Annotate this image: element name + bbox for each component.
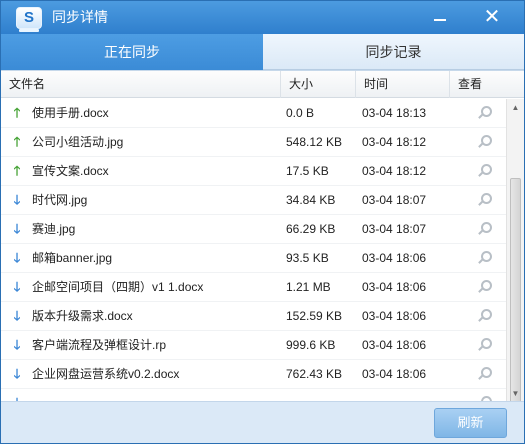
column-header-view: 查看 [458, 77, 483, 91]
vertical-scrollbar[interactable]: ▲ ▼ [506, 99, 524, 401]
magnifier-icon [477, 367, 492, 381]
magnifier-icon [477, 164, 492, 178]
table-row[interactable]: 🡓 赛迪.jpg 66.29 KB 03-04 18:07 [1, 215, 506, 244]
file-time: 03-04 18:06 [362, 338, 427, 352]
file-size: 17.5 KB [286, 164, 329, 178]
view-button[interactable] [477, 302, 495, 330]
sync-file-list: 文件名 大小 时间 查看 🡑 使用手册.docx 0.0 B 03-04 18:13 🡑… [1, 70, 524, 401]
table-body: 🡑 使用手册.docx 0.0 B 03-04 18:13 🡑 公司小组活动.jpg 548… [1, 99, 506, 401]
file-size [286, 389, 356, 401]
file-name: 时代网.jpg [32, 193, 88, 207]
file-size: 0.0 B [286, 106, 315, 120]
minimize-icon [434, 19, 446, 21]
table-row[interactable]: 🡓 [1, 389, 506, 401]
title-bar[interactable]: S 同步详情 ✕ [1, 1, 524, 34]
table-row[interactable]: 🡓 企邮空间项目（四期）v1 1.docx 1.21 MB 03-04 18:06 [1, 273, 506, 302]
table-row[interactable]: 🡓 版本升级需求.docx 152.59 KB 03-04 18:06 [1, 302, 506, 331]
file-size: 1.21 MB [286, 280, 331, 294]
table-row[interactable]: 🡓 时代网.jpg 34.84 KB 03-04 18:07 [1, 186, 506, 215]
file-name: 客户端流程及弹框设计.rp [32, 338, 167, 352]
view-button[interactable] [477, 331, 495, 359]
file-time: 03-04 18:06 [362, 309, 427, 323]
app-logo-icon: S [16, 7, 42, 32]
column-header-time[interactable]: 时间 [356, 71, 450, 98]
view-button[interactable] [477, 244, 495, 272]
table-header: 文件名 大小 时间 查看 [1, 71, 524, 98]
magnifier-icon [477, 280, 492, 294]
file-time: 03-04 18:06 [362, 280, 427, 294]
download-arrow-icon: 🡓 [13, 192, 21, 207]
file-size: 152.59 KB [286, 309, 343, 323]
magnifier-icon [477, 193, 492, 207]
upload-arrow-icon: 🡑 [13, 105, 21, 120]
view-button[interactable] [477, 273, 495, 301]
table-row[interactable]: 🡓 企业网盘运营系统v0.2.docx 762.43 KB 03-04 18:06 [1, 360, 506, 389]
file-size: 34.84 KB [286, 193, 336, 207]
sync-details-window: S 同步详情 ✕ 正在同步 同步记录 文件名 大小 时间 查看 🡑 使用手册.do… [0, 0, 525, 444]
column-header-size[interactable]: 大小 [281, 71, 356, 98]
file-name: 企邮空间项目（四期）v1 1.docx [32, 280, 204, 294]
upload-arrow-icon: 🡑 [13, 163, 21, 178]
table-row[interactable]: 🡓 客户端流程及弹框设计.rp 999.6 KB 03-04 18:06 [1, 331, 506, 360]
scroll-up-arrow-icon[interactable]: ▲ [507, 99, 524, 116]
file-size: 548.12 KB [286, 135, 343, 149]
view-button[interactable] [477, 360, 495, 388]
file-size: 999.6 KB [286, 338, 336, 352]
tab-syncing[interactable]: 正在同步 [1, 34, 263, 70]
file-size: 66.29 KB [286, 222, 336, 236]
file-name: 公司小组活动.jpg [32, 135, 124, 149]
download-arrow-icon: 🡓 [13, 366, 21, 381]
download-arrow-icon: 🡓 [13, 221, 21, 236]
magnifier-icon [477, 338, 492, 352]
file-time: 03-04 18:06 [362, 251, 427, 265]
magnifier-icon [477, 106, 492, 120]
file-name: 宣传文案.docx [32, 164, 109, 178]
file-name [32, 389, 277, 401]
minimize-button[interactable] [426, 5, 454, 29]
magnifier-icon [477, 222, 492, 236]
close-button[interactable]: ✕ [478, 5, 506, 29]
file-time: 03-04 18:07 [362, 193, 427, 207]
view-button[interactable] [477, 99, 495, 127]
file-name: 使用手册.docx [32, 106, 109, 120]
download-arrow-icon: 🡓 [13, 337, 21, 352]
view-button[interactable] [477, 128, 495, 156]
download-arrow-icon: 🡓 [13, 250, 21, 265]
table-row[interactable]: 🡑 使用手册.docx 0.0 B 03-04 18:13 [1, 99, 506, 128]
view-button[interactable] [477, 157, 495, 185]
file-name: 版本升级需求.docx [32, 309, 133, 323]
view-button[interactable] [477, 186, 495, 214]
column-header-filename[interactable]: 文件名 [1, 71, 281, 98]
footer-bar: 刷新 [1, 401, 524, 443]
file-time: 03-04 18:13 [362, 106, 427, 120]
tab-bar: 正在同步 同步记录 [1, 34, 524, 70]
table-row[interactable]: 🡓 邮箱banner.jpg 93.5 KB 03-04 18:06 [1, 244, 506, 273]
file-time: 03-04 18:12 [362, 135, 427, 149]
scrollbar-thumb[interactable] [510, 178, 521, 401]
table-row[interactable]: 🡑 宣传文案.docx 17.5 KB 03-04 18:12 [1, 157, 506, 186]
upload-arrow-icon: 🡑 [13, 134, 21, 149]
file-name: 企业网盘运营系统v0.2.docx [32, 367, 180, 381]
view-button[interactable] [477, 389, 495, 401]
refresh-button[interactable]: 刷新 [434, 408, 507, 438]
download-arrow-icon: 🡓 [13, 279, 21, 294]
table-row[interactable]: 🡑 公司小组活动.jpg 548.12 KB 03-04 18:12 [1, 128, 506, 157]
view-button[interactable] [477, 215, 495, 243]
window-title: 同步详情 [52, 9, 108, 25]
file-time: 03-04 18:12 [362, 164, 427, 178]
file-size: 93.5 KB [286, 251, 329, 265]
download-arrow-icon: 🡓 [10, 389, 24, 401]
scroll-down-arrow-icon[interactable]: ▼ [507, 385, 524, 401]
file-time: 03-04 18:07 [362, 222, 427, 236]
magnifier-icon [477, 309, 492, 323]
file-time [362, 389, 452, 401]
download-arrow-icon: 🡓 [13, 308, 21, 323]
magnifier-icon [477, 251, 492, 265]
tab-sync-history[interactable]: 同步记录 [263, 34, 524, 70]
file-time: 03-04 18:06 [362, 367, 427, 381]
file-name: 赛迪.jpg [32, 222, 76, 236]
file-size: 762.43 KB [286, 367, 343, 381]
file-name: 邮箱banner.jpg [32, 251, 113, 265]
magnifier-icon [477, 135, 492, 149]
